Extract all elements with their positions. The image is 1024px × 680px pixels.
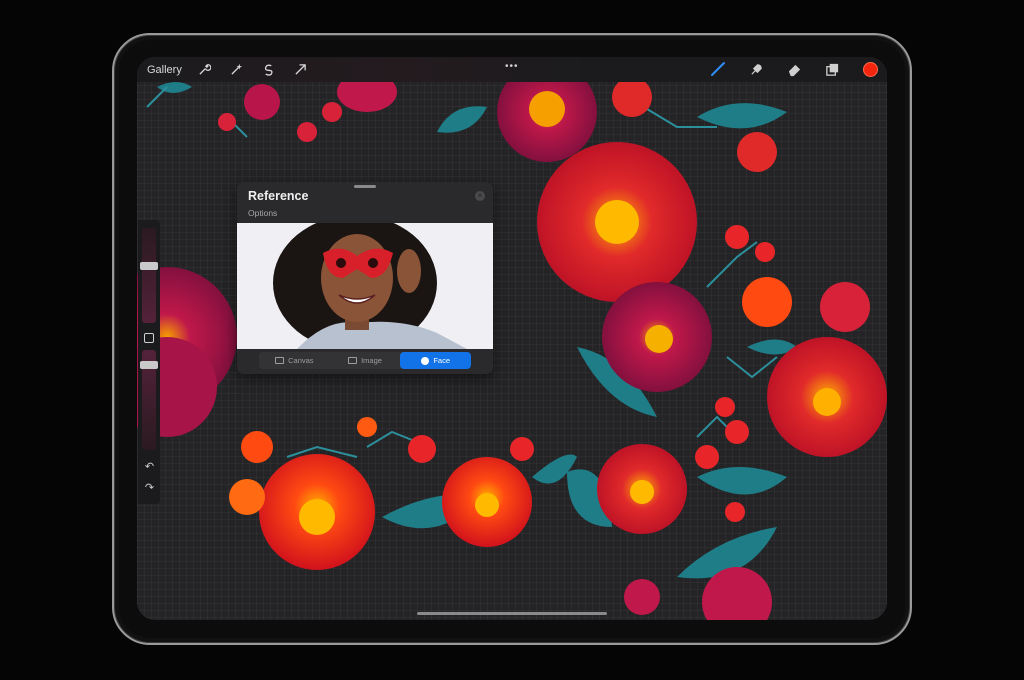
- panel-title: Reference: [248, 189, 309, 203]
- flower-right-edge: [767, 337, 887, 457]
- redo-button[interactable]: ↷: [143, 482, 156, 494]
- magic-wand-icon[interactable]: [228, 61, 246, 79]
- tab-image[interactable]: Image: [330, 352, 401, 369]
- procreate-screen: Gallery ••• ↶ ↷ Reference Options × Canv…: [137, 57, 887, 620]
- image-icon: [348, 357, 358, 364]
- reference-mode-tabs: Canvas Image Face: [259, 352, 472, 369]
- close-icon[interactable]: ×: [475, 191, 485, 201]
- brush-size-thumb[interactable]: [140, 262, 158, 270]
- current-color-swatch: [862, 61, 878, 77]
- tab-face-label: Face: [433, 356, 451, 365]
- flower-small-1: [244, 84, 280, 120]
- flower-magenta-mid: [602, 282, 712, 392]
- face-icon: [421, 356, 430, 365]
- left-sidebar: ↶ ↷: [138, 220, 160, 504]
- more-menu-icon[interactable]: •••: [505, 61, 519, 72]
- gallery-button[interactable]: Gallery: [147, 64, 182, 76]
- transform-arrow-icon[interactable]: [292, 61, 310, 79]
- home-indicator[interactable]: [417, 612, 607, 615]
- options-link[interactable]: Options: [248, 208, 277, 218]
- top-toolbar: Gallery •••: [137, 57, 887, 82]
- right-toolset: [709, 60, 879, 78]
- reference-image: [237, 223, 493, 349]
- tab-image-label: Image: [361, 356, 382, 365]
- panel-drag-handle[interactable]: [354, 185, 376, 188]
- tab-canvas-label: Canvas: [288, 356, 314, 365]
- flower-bottom-mid: [442, 457, 532, 547]
- eraser-icon[interactable]: [785, 60, 803, 78]
- wrench-icon[interactable]: [196, 61, 214, 79]
- reference-panel: Reference Options × Canvas Image Face: [237, 182, 493, 374]
- canvas-icon: [275, 357, 285, 364]
- flower-large-red: [537, 142, 697, 302]
- face-photo: [237, 223, 493, 349]
- brush-icon[interactable]: [709, 60, 727, 78]
- flower-bottom-large: [259, 454, 375, 570]
- undo-button[interactable]: ↶: [143, 461, 156, 473]
- tab-canvas[interactable]: Canvas: [259, 352, 330, 369]
- selection-icon[interactable]: [260, 61, 278, 79]
- tab-face[interactable]: Face: [400, 352, 472, 369]
- modify-button[interactable]: [144, 333, 154, 343]
- brush-size-slider[interactable]: [142, 228, 156, 323]
- color-picker-button[interactable]: [861, 60, 879, 78]
- smudge-icon[interactable]: [747, 60, 765, 78]
- flower-bottom-right: [597, 444, 687, 534]
- opacity-thumb[interactable]: [140, 361, 158, 369]
- layers-icon[interactable]: [823, 60, 841, 78]
